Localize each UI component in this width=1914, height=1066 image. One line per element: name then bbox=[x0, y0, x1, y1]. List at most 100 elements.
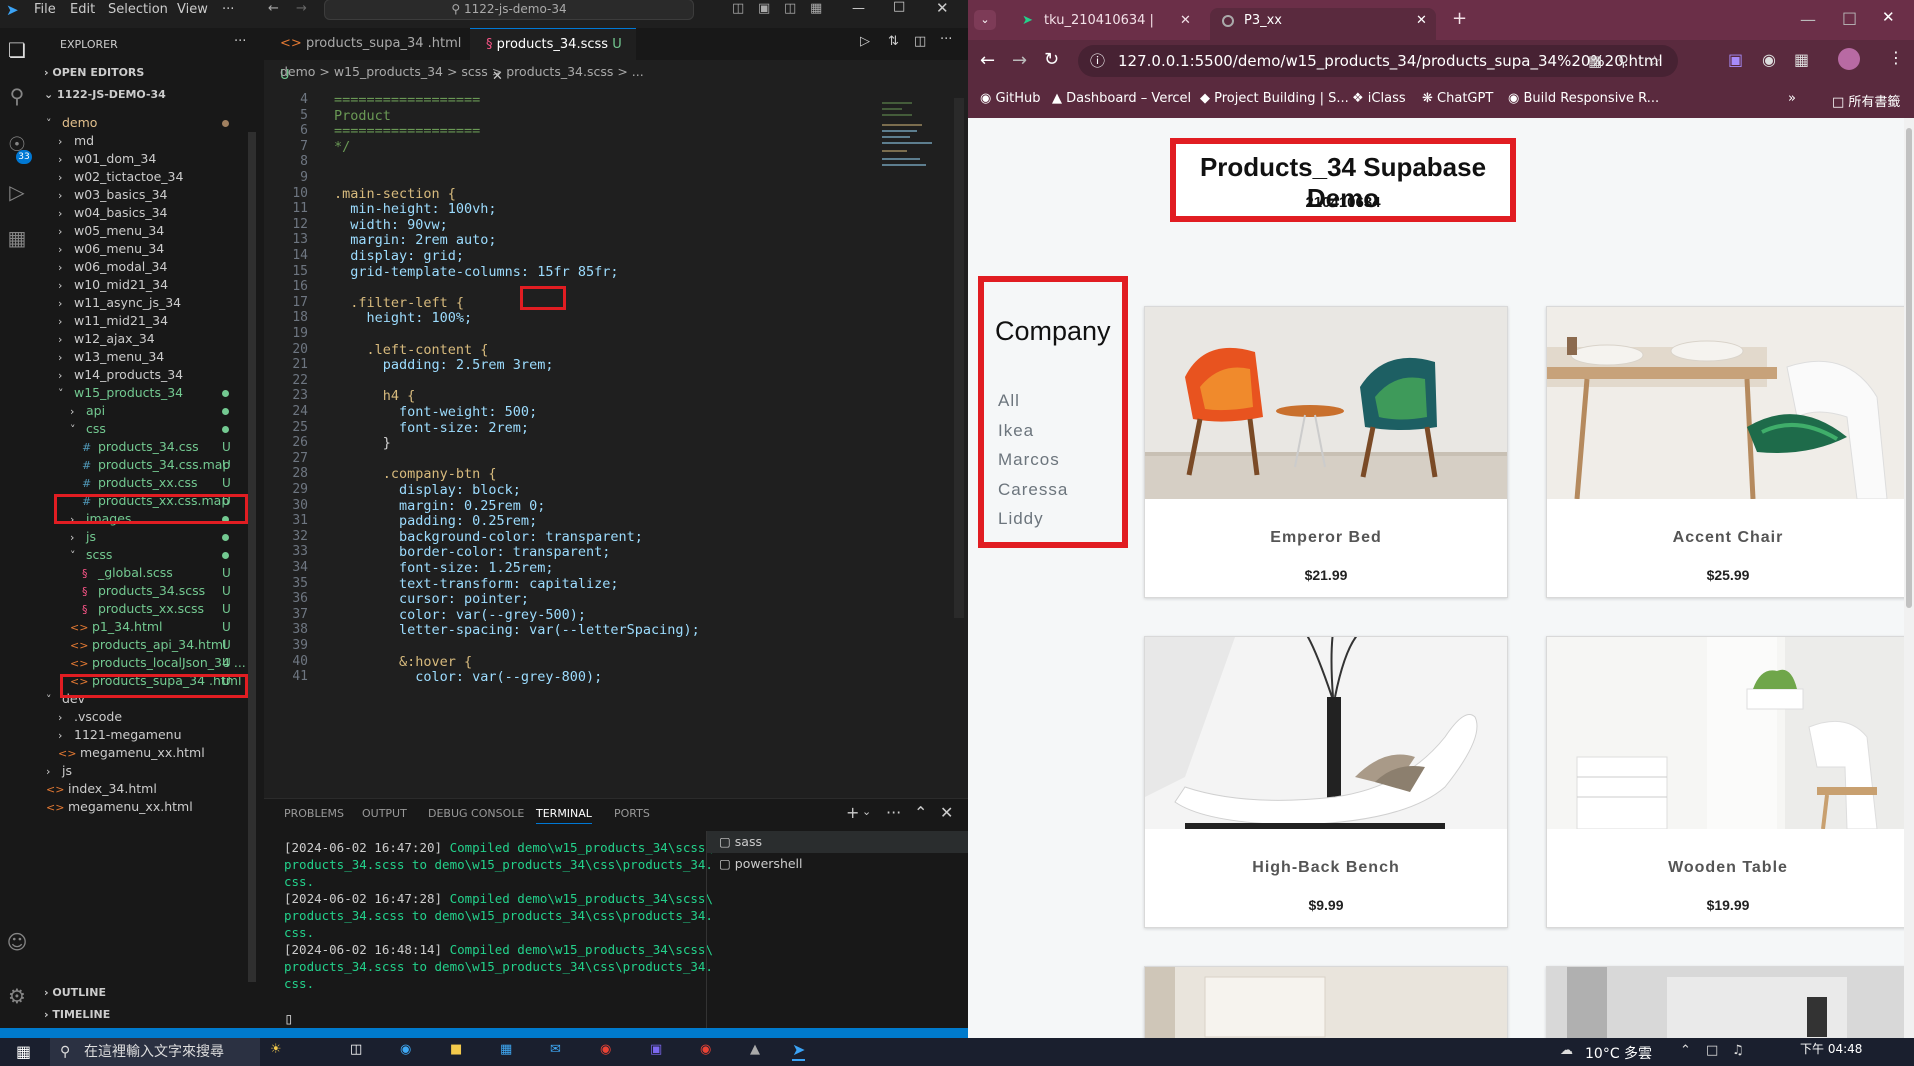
task-view-icon[interactable]: ◫ bbox=[350, 1042, 362, 1057]
browser-tab-p3[interactable]: P3_xx ✕ bbox=[1210, 8, 1436, 40]
account-icon[interactable]: ☺ bbox=[4, 930, 30, 956]
chrome-profile-icon[interactable]: ◉ bbox=[700, 1042, 711, 1057]
menu-more[interactable]: ··· bbox=[222, 2, 234, 17]
chevron-down-icon[interactable]: ⌄ bbox=[862, 805, 871, 818]
command-center-search[interactable]: ⚲ 1122-js-demo-34 bbox=[324, 0, 694, 20]
code-line[interactable]: grid-template-columns: 15fr 85fr; bbox=[334, 264, 618, 280]
company-btn-caressa[interactable]: Caressa bbox=[998, 480, 1068, 500]
widget-icon[interactable]: ☀ bbox=[270, 1042, 282, 1057]
bookmark-build-responsive[interactable]: ◉ Build Responsive R... bbox=[1508, 91, 1659, 106]
tree-scrollbar[interactable] bbox=[248, 132, 256, 982]
product-card[interactable]: Accent Chair $25.99 bbox=[1546, 306, 1904, 598]
maximize-icon[interactable]: □ bbox=[1842, 8, 1857, 27]
all-bookmarks[interactable]: □ 所有書籤 bbox=[1832, 91, 1900, 110]
split-editor-icon[interactable]: ◫ bbox=[914, 34, 926, 49]
code-line[interactable]: font-size: 1.25rem; bbox=[334, 560, 553, 576]
panel-more-icon[interactable]: ··· bbox=[886, 803, 901, 822]
product-card[interactable]: Emperor Bed $21.99 bbox=[1144, 306, 1508, 598]
code-line[interactable]: Product bbox=[334, 108, 391, 124]
tab-problems[interactable]: PROBLEMS bbox=[284, 807, 344, 820]
code-line[interactable]: padding: 2.5rem 3rem; bbox=[334, 357, 554, 373]
compare-icon[interactable]: ⇅ bbox=[888, 34, 899, 49]
code-line[interactable]: .main-section { bbox=[334, 186, 456, 202]
bookmark-iclass[interactable]: ❖ iClass bbox=[1352, 91, 1406, 106]
volume-icon[interactable]: ♫ bbox=[1732, 1043, 1744, 1058]
code-line[interactable]: } bbox=[334, 435, 391, 451]
bookmark-chatgpt[interactable]: ❋ ChatGPT bbox=[1422, 91, 1493, 106]
layout-secondary-icon[interactable]: ◫ bbox=[784, 1, 796, 16]
new-terminal-icon[interactable]: + bbox=[846, 803, 859, 822]
code-line[interactable]: &:hover { bbox=[334, 654, 472, 670]
gear-icon[interactable]: ⚙ bbox=[4, 984, 30, 1010]
company-btn-all[interactable]: All bbox=[998, 391, 1020, 411]
bookmark-github[interactable]: ◉ GitHub bbox=[980, 91, 1041, 106]
maximize-icon[interactable]: □ bbox=[893, 0, 905, 14]
vscode-taskbar-icon[interactable]: ➤ bbox=[792, 1040, 806, 1061]
back-arrow-icon[interactable]: ← bbox=[268, 1, 279, 16]
explorer-icon[interactable]: ❏ bbox=[4, 38, 30, 64]
extensions-icon[interactable]: ▦ bbox=[4, 226, 30, 252]
more-actions-icon[interactable]: ··· bbox=[234, 34, 246, 49]
new-tab-icon[interactable]: + bbox=[1452, 8, 1467, 29]
bookmarks-overflow[interactable]: » bbox=[1788, 91, 1796, 106]
breadcrumb[interactable]: demo > w15_products_34 > scss > products… bbox=[280, 64, 644, 79]
product-card[interactable]: Wooden Table $19.99 bbox=[1546, 636, 1904, 928]
code-line[interactable]: .company-btn { bbox=[334, 466, 497, 482]
file-explorer-icon[interactable]: ■ bbox=[450, 1042, 462, 1057]
page-scrollbar[interactable] bbox=[1904, 118, 1914, 1038]
code-line[interactable]: padding: 0.25rem; bbox=[334, 513, 537, 529]
close-icon[interactable]: ✕ bbox=[936, 0, 949, 17]
open-editors-header[interactable]: › OPEN EDITORS bbox=[44, 66, 144, 79]
close-icon[interactable]: ✕ bbox=[1882, 8, 1895, 26]
menu-view[interactable]: View bbox=[177, 2, 208, 17]
code-line[interactable]: ================== bbox=[334, 123, 480, 139]
code-line[interactable]: background-color: transparent; bbox=[334, 529, 643, 545]
code-line[interactable]: letter-spacing: var(--letterSpacing); bbox=[334, 622, 700, 638]
bookmark-vercel[interactable]: ▲ Dashboard – Vercel bbox=[1052, 91, 1191, 106]
code-line[interactable]: width: 90vw; bbox=[334, 217, 448, 233]
close-tab-icon[interactable]: ✕ bbox=[1180, 8, 1191, 34]
code-line[interactable]: .left-content { bbox=[334, 342, 489, 358]
layout-panel-icon[interactable]: ▣ bbox=[758, 1, 770, 16]
windows-start-icon[interactable]: ▦ bbox=[16, 1042, 31, 1061]
maximize-panel-icon[interactable]: ⌃ bbox=[914, 803, 927, 822]
code-line[interactable]: text-transform: capitalize; bbox=[334, 576, 618, 592]
minimize-icon[interactable]: — bbox=[852, 1, 865, 16]
weather-icon[interactable]: ☁ bbox=[1560, 1043, 1573, 1058]
bookmark-project-building[interactable]: ◆ Project Building | S... bbox=[1200, 91, 1349, 106]
tab-products-34-scss[interactable]: § products_34.scss U ✕ bbox=[470, 28, 636, 84]
outline-header[interactable]: › OUTLINE bbox=[44, 986, 106, 999]
code-line[interactable]: font-size: 2rem; bbox=[334, 420, 529, 436]
workspace-root-header[interactable]: ⌄ 1122-JS-DEMO-34 bbox=[44, 88, 166, 101]
code-line[interactable]: */ bbox=[334, 139, 350, 155]
tab-terminal[interactable]: TERMINAL bbox=[536, 807, 592, 824]
store-icon[interactable]: ▦ bbox=[500, 1042, 512, 1057]
browser-tab-tku[interactable]: ➤ tku_210410634 | tku_210410… ✕ bbox=[1010, 8, 1204, 54]
code-line[interactable]: color: var(--grey-800); bbox=[334, 669, 602, 685]
company-btn-marcos[interactable]: Marcos bbox=[998, 450, 1060, 470]
editor-more-icon[interactable]: ··· bbox=[940, 32, 952, 47]
edge-icon[interactable]: ◉ bbox=[400, 1042, 411, 1057]
company-btn-ikea[interactable]: Ikea bbox=[998, 421, 1034, 441]
tab-debug-console[interactable]: DEBUG CONSOLE bbox=[428, 807, 524, 820]
close-tab-icon[interactable]: ✕ bbox=[1416, 8, 1427, 34]
reload-icon[interactable]: ↻ bbox=[1044, 49, 1059, 70]
product-card[interactable] bbox=[1144, 966, 1508, 1038]
terminal-item-sass[interactable]: ▢ sass bbox=[707, 831, 969, 853]
run-debug-icon[interactable]: ▷ bbox=[4, 180, 30, 206]
code-line[interactable]: .filter-left { bbox=[334, 295, 464, 311]
run-icon[interactable]: ▷ bbox=[860, 34, 870, 49]
menu-file[interactable]: File bbox=[34, 2, 56, 17]
timeline-header[interactable]: › TIMELINE bbox=[44, 1008, 110, 1021]
tab-output[interactable]: OUTPUT bbox=[362, 807, 407, 820]
tab-search-icon[interactable]: ⌄ bbox=[974, 10, 996, 30]
code-line[interactable]: display: grid; bbox=[334, 248, 464, 264]
translate-icon[interactable]: ▦ bbox=[1588, 45, 1602, 77]
code-line[interactable]: h4 { bbox=[334, 388, 416, 404]
extensions-puzzle-icon[interactable]: ▦ bbox=[1794, 50, 1809, 69]
code-line[interactable]: margin: 2rem auto; bbox=[334, 232, 496, 248]
code-line[interactable]: font-weight: 500; bbox=[334, 404, 537, 420]
code-line[interactable]: min-height: 100vh; bbox=[334, 201, 496, 217]
editor-scrollbar[interactable] bbox=[954, 98, 964, 618]
code-line[interactable]: height: 100%; bbox=[334, 310, 473, 326]
